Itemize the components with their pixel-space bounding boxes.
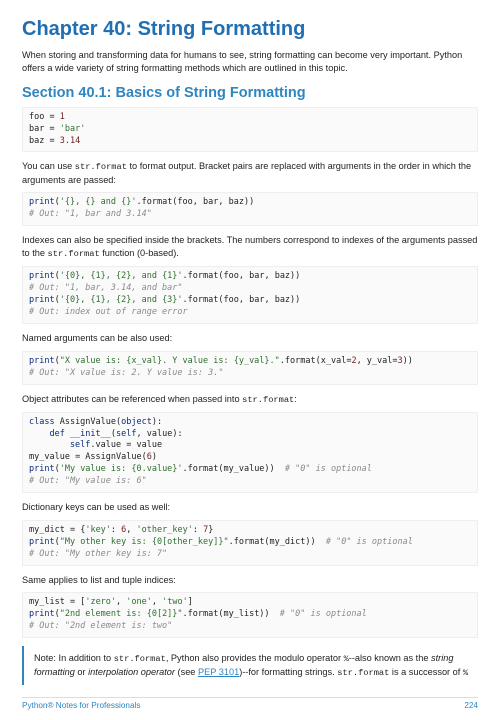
inline-code: str.format [75,162,127,172]
note-box: Note: In addition to str.format, Python … [22,646,478,685]
code-block-basic-format: print('{}, {} and {}'.format(foo, bar, b… [22,192,478,226]
page-footer: Python® Notes for Professionals 224 [22,697,478,710]
inline-code: % [463,668,468,678]
inline-code: str.format [242,395,294,405]
code-block-dict: my_dict = {'key': 6, 'other_key': 7} pri… [22,520,478,566]
paragraph-5: Dictionary keys can be used as well: [22,501,478,514]
page-number: 224 [464,701,478,710]
pep-link[interactable]: PEP 3101 [198,667,239,677]
code-block-vars: foo = 1 bar = 'bar' baz = 3.14 [22,107,478,153]
emphasis: interpolation operator [88,667,175,677]
code-block-indexed: print('{0}, {1}, {2}, and {1}'.format(fo… [22,266,478,324]
section-title: Section 40.1: Basics of String Formattin… [22,85,478,101]
chapter-title: Chapter 40: String Formatting [22,18,478,41]
inline-code: str.format [114,654,166,664]
footer-title: Python® Notes for Professionals [22,701,140,710]
paragraph-6: Same applies to list and tuple indices: [22,574,478,587]
code-block-list: my_list = ['zero', 'one', 'two'] print("… [22,592,478,638]
paragraph-4: Object attributes can be referenced when… [22,393,478,406]
code-block-attributes: class AssignValue(object): def __init__(… [22,412,478,493]
paragraph-3: Named arguments can be also used: [22,332,478,345]
paragraph-1: You can use str.format to format output.… [22,160,478,186]
intro-paragraph: When storing and transforming data for h… [22,49,478,75]
inline-code: str.format [48,249,100,259]
inline-code: str.format [337,668,389,678]
code-block-named: print("X value is: {x_val}. Y value is: … [22,351,478,385]
paragraph-2: Indexes can also be specified inside the… [22,234,478,260]
